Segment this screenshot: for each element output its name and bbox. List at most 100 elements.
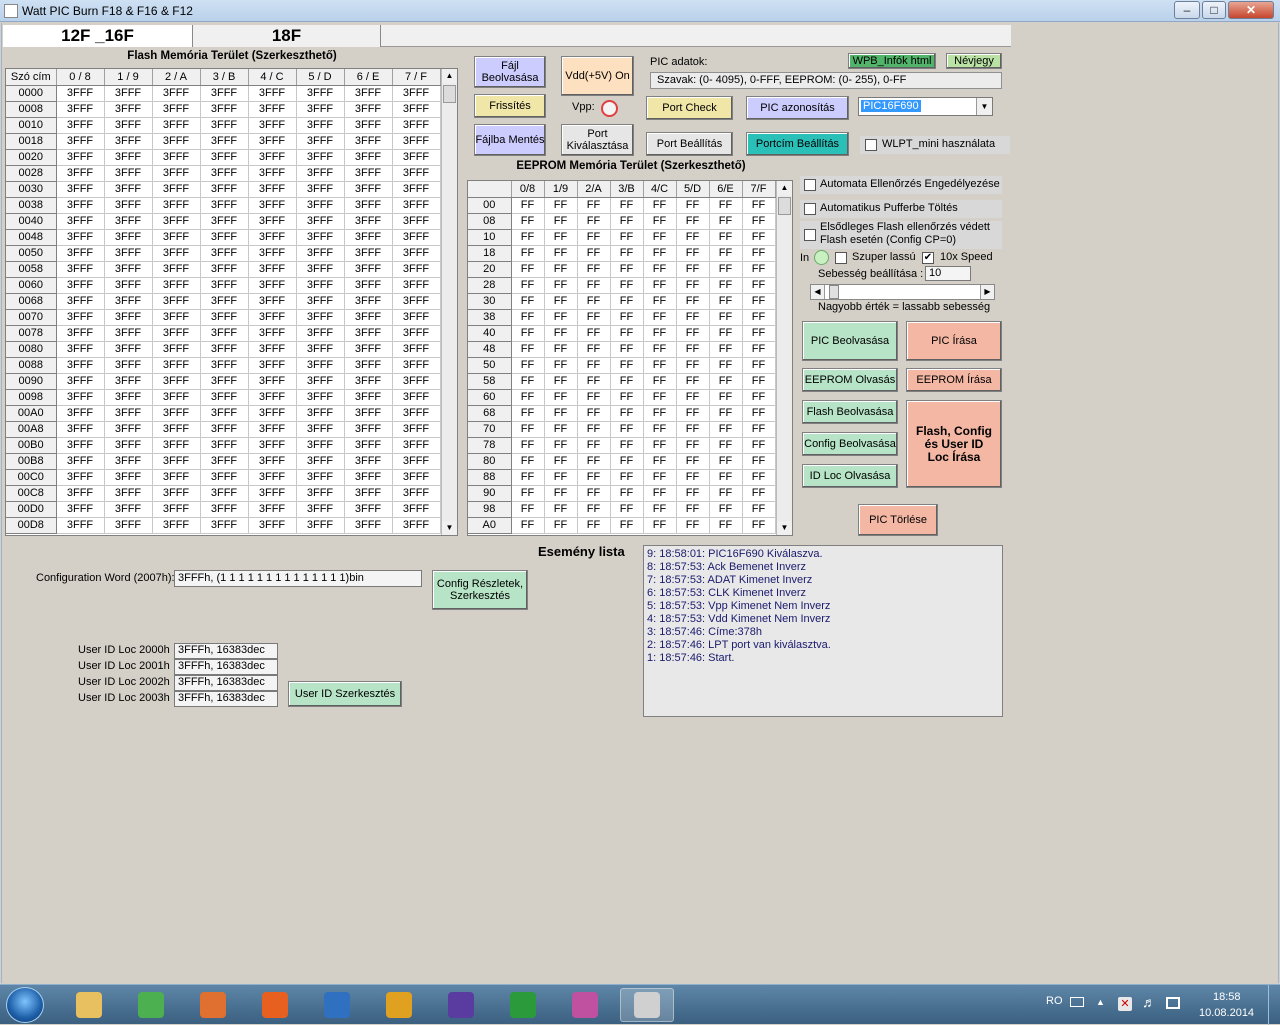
memory-cell[interactable]: FF (676, 229, 710, 246)
memory-cell[interactable]: FF (544, 309, 578, 326)
chrome-taskbar-button[interactable] (124, 988, 178, 1022)
memory-cell[interactable]: FF (544, 357, 578, 374)
memory-cell[interactable]: FF (610, 469, 644, 486)
memory-cell[interactable]: 3FFF (56, 453, 105, 470)
memory-cell[interactable]: FF (577, 357, 611, 374)
memory-cell[interactable]: 3FFF (296, 469, 345, 486)
memory-cell[interactable]: 3FFF (152, 229, 201, 246)
visual-studio-taskbar-button[interactable] (434, 988, 488, 1022)
maximize-button[interactable]: □ (1202, 1, 1226, 19)
tab-12f-16f[interactable]: 12F _16F (3, 25, 193, 47)
memory-cell[interactable]: 3FFF (344, 421, 393, 438)
memory-cell[interactable]: FF (511, 277, 545, 294)
memory-cell[interactable]: 3FFF (344, 501, 393, 518)
memory-cell[interactable]: 3FFF (392, 357, 441, 374)
memory-cell[interactable]: 3FFF (56, 421, 105, 438)
memory-cell[interactable]: FF (742, 213, 776, 230)
memory-cell[interactable]: 3FFF (56, 517, 105, 534)
auto-check-option[interactable]: Automata Ellenőrzés Engedélyezése (800, 176, 1002, 194)
memory-cell[interactable]: 3FFF (152, 341, 201, 358)
memory-cell[interactable]: FF (577, 325, 611, 342)
memory-cell[interactable]: FF (709, 469, 743, 486)
memory-cell[interactable]: 3FFF (248, 309, 297, 326)
scroll-down-arrow-icon[interactable]: ▼ (777, 521, 792, 535)
memory-cell[interactable]: 3FFF (152, 501, 201, 518)
memory-cell[interactable]: FF (709, 277, 743, 294)
memory-cell[interactable]: FF (544, 421, 578, 438)
flash-table[interactable]: Szó cím 0 / 81 / 92 / A3 / B4 / C5 / D6 /… (6, 69, 441, 534)
memory-cell[interactable]: 3FFF (296, 453, 345, 470)
port-settings-button[interactable]: Port Beállítás (646, 132, 733, 156)
memory-cell[interactable]: 3FFF (200, 405, 249, 422)
memory-cell[interactable]: FF (610, 405, 644, 422)
memory-cell[interactable]: FF (577, 517, 611, 534)
memory-cell[interactable]: FF (742, 197, 776, 214)
memory-cell[interactable]: FF (709, 373, 743, 390)
memory-cell[interactable]: FF (709, 325, 743, 342)
memory-cell[interactable]: FF (742, 437, 776, 454)
memory-cell[interactable]: 3FFF (392, 261, 441, 278)
memory-cell[interactable]: 3FFF (56, 389, 105, 406)
memory-cell[interactable]: 3FFF (152, 309, 201, 326)
memory-cell[interactable]: 3FFF (152, 325, 201, 342)
memory-cell[interactable]: FF (544, 437, 578, 454)
flash-config-write-button[interactable]: Flash, Config és User ID Loc Írása (906, 400, 1002, 488)
memory-cell[interactable]: 3FFF (56, 213, 105, 230)
speed-10x-checkbox[interactable]: ✔ (922, 252, 934, 264)
memory-cell[interactable]: 3FFF (152, 373, 201, 390)
file-load-button[interactable]: Fájl Beolvasása (474, 56, 546, 88)
memory-cell[interactable]: FF (511, 421, 545, 438)
memory-cell[interactable]: FF (709, 309, 743, 326)
memory-cell[interactable]: 3FFF (56, 325, 105, 342)
memory-cell[interactable]: 3FFF (152, 517, 201, 534)
memory-cell[interactable]: FF (709, 213, 743, 230)
slider-right-arrow-icon[interactable]: ▶ (980, 285, 994, 299)
memory-cell[interactable]: 3FFF (56, 117, 105, 134)
memory-cell[interactable]: 3FFF (248, 213, 297, 230)
memory-cell[interactable]: 3FFF (344, 389, 393, 406)
memory-cell[interactable]: FF (610, 197, 644, 214)
eeprom-write-button[interactable]: EEPROM Írása (906, 368, 1002, 392)
memory-cell[interactable]: 3FFF (344, 133, 393, 150)
memory-cell[interactable]: 3FFF (392, 517, 441, 534)
memory-cell[interactable]: FF (544, 245, 578, 262)
memory-cell[interactable]: 3FFF (248, 517, 297, 534)
memory-cell[interactable]: 3FFF (248, 501, 297, 518)
memory-cell[interactable]: 3FFF (392, 453, 441, 470)
memory-cell[interactable]: FF (643, 389, 677, 406)
memory-cell[interactable]: FF (709, 453, 743, 470)
clock-date[interactable]: 10.08.2014 (1199, 1007, 1254, 1019)
memory-cell[interactable]: 3FFF (200, 197, 249, 214)
memory-cell[interactable]: FF (577, 341, 611, 358)
memory-cell[interactable]: 3FFF (344, 149, 393, 166)
config-read-button[interactable]: Config Beolvasása (802, 432, 898, 456)
scroll-down-arrow-icon[interactable]: ▼ (442, 521, 457, 535)
language-indicator[interactable]: RO (1046, 995, 1063, 1007)
memory-cell[interactable]: FF (511, 501, 545, 518)
memory-cell[interactable]: 3FFF (200, 101, 249, 118)
memory-cell[interactable]: 3FFF (296, 261, 345, 278)
memory-cell[interactable]: FF (676, 293, 710, 310)
memory-cell[interactable]: 3FFF (152, 437, 201, 454)
memory-cell[interactable]: FF (610, 517, 644, 534)
memory-cell[interactable]: 3FFF (344, 469, 393, 486)
memory-cell[interactable]: 3FFF (200, 213, 249, 230)
memory-cell[interactable]: FF (511, 373, 545, 390)
memory-cell[interactable]: FF (544, 373, 578, 390)
memory-cell[interactable]: FF (544, 405, 578, 422)
memory-cell[interactable]: FF (577, 501, 611, 518)
memory-cell[interactable]: FF (544, 261, 578, 278)
memory-cell[interactable]: 3FFF (248, 357, 297, 374)
memory-cell[interactable]: FF (643, 325, 677, 342)
memory-cell[interactable]: FF (676, 341, 710, 358)
firefox-taskbar-button[interactable] (248, 988, 302, 1022)
memory-cell[interactable]: 3FFF (200, 309, 249, 326)
memory-cell[interactable]: FF (643, 245, 677, 262)
memory-cell[interactable]: 3FFF (56, 165, 105, 182)
chevron-down-icon[interactable]: ▼ (976, 98, 992, 115)
memory-cell[interactable]: 3FFF (104, 277, 153, 294)
memory-cell[interactable]: 3FFF (200, 165, 249, 182)
memory-cell[interactable]: 3FFF (56, 309, 105, 326)
memory-cell[interactable]: FF (676, 517, 710, 534)
auto-check-checkbox[interactable] (804, 179, 816, 191)
